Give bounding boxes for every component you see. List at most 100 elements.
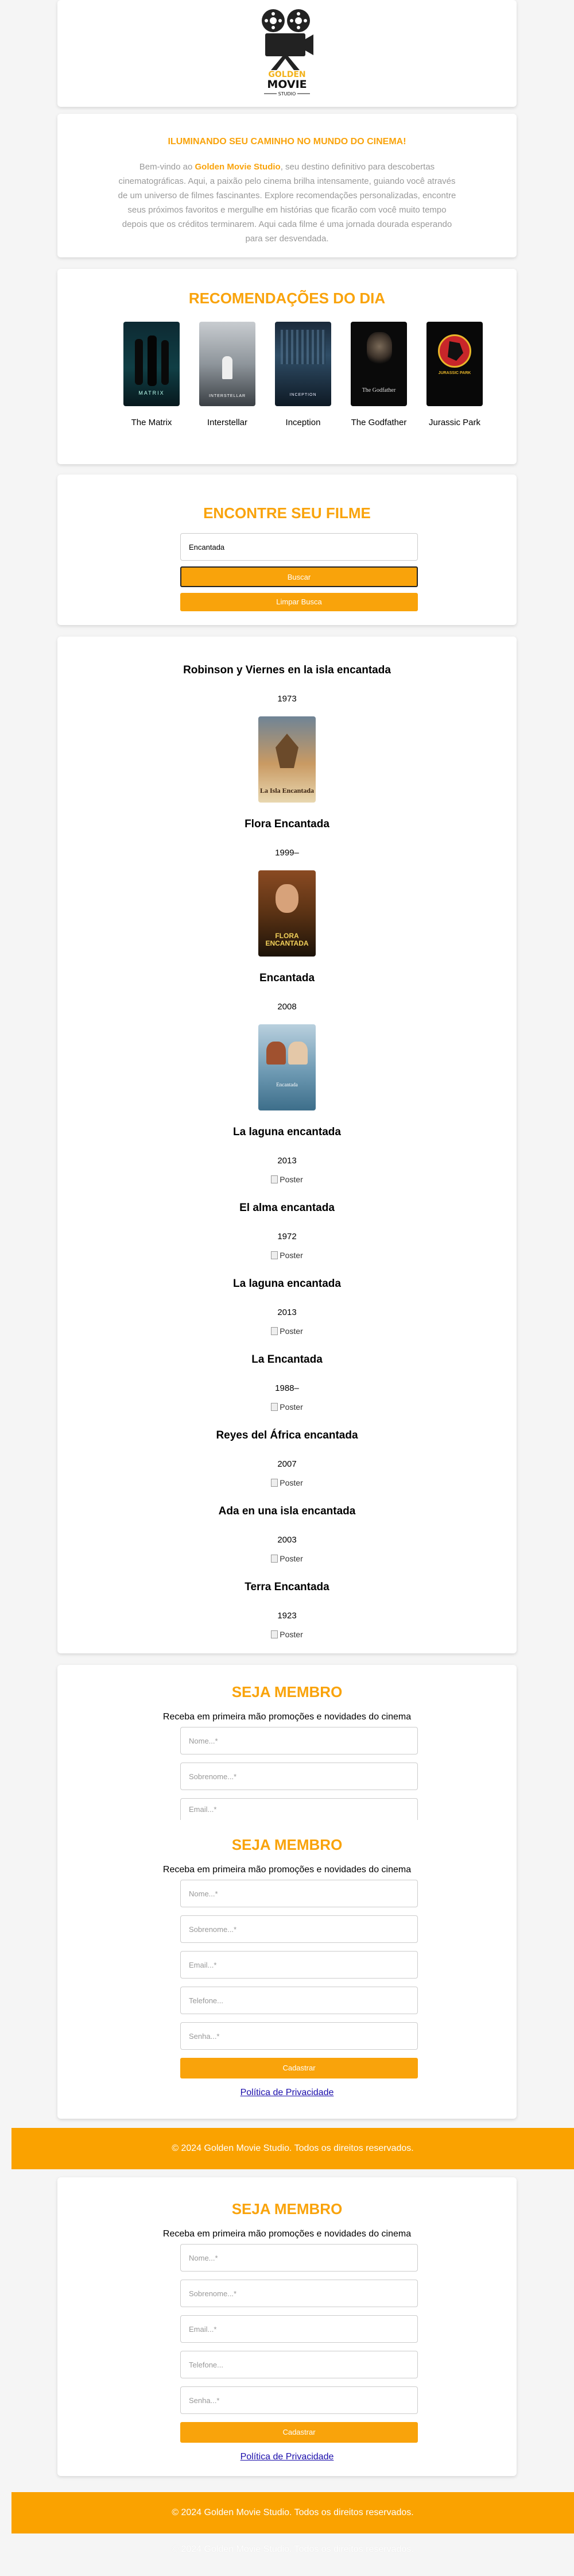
results-card: Robinson y Viernes en la isla encantada … — [57, 637, 517, 1653]
password-field[interactable] — [180, 2386, 418, 2414]
result-year: 2007 — [277, 1459, 297, 1469]
broken-image-icon: Poster — [271, 1251, 303, 1260]
poster-jurassic-park[interactable]: JURASSIC PARK — [426, 322, 483, 406]
poster-inception[interactable]: INCEPTION — [275, 322, 331, 406]
email-field[interactable] — [180, 1798, 418, 1820]
last-name-field[interactable] — [180, 1763, 418, 1790]
golden-movie-logo: GOLDEN MOVIE STUDIO — [262, 9, 313, 97]
result-poster[interactable]: FLORA ENCANTADA — [258, 870, 316, 957]
recommendation-title: The Matrix — [131, 418, 172, 427]
svg-text:STUDIO: STUDIO — [278, 91, 296, 97]
result-title: La Encantada — [251, 1353, 323, 1366]
membership-title: SEJA MEMBRO — [231, 1683, 343, 1700]
result-title: Reyes del África encantada — [216, 1429, 358, 1441]
recommendation-title: Inception — [285, 418, 321, 427]
result-year: 2013 — [277, 1308, 297, 1317]
email-field[interactable] — [180, 1951, 418, 1979]
result-item[interactable]: Reyes del África encantada 2007 Poster — [57, 1429, 517, 1490]
footer: © 2024 Golden Movie Studio. Todos os dir… — [11, 2492, 574, 2533]
result-item[interactable]: Robinson y Viernes en la isla encantada … — [57, 664, 517, 803]
membership-title: SEJA MEMBRO — [231, 2200, 343, 2218]
result-year: 2013 — [277, 1156, 297, 1166]
poster-text: MATRIX — [138, 390, 165, 396]
recommendations-list: MATRIX The Matrix INTERSTELLAR Interstel… — [119, 322, 487, 427]
poster-text: The Godfather — [362, 387, 396, 394]
intro-card: ILUMINANDO SEU CAMINHO NO MUNDO DO CINEM… — [57, 114, 517, 257]
result-year: 1972 — [277, 1232, 297, 1241]
broken-image-icon: Poster — [271, 1175, 303, 1184]
footer-text: © 2024 Golden Movie Studio. Todos os dir… — [172, 2508, 414, 2517]
last-name-field[interactable] — [180, 1915, 418, 1943]
register-button[interactable]: Cadastrar — [180, 2422, 418, 2443]
result-poster[interactable]: Encantada — [258, 1024, 316, 1110]
recommendation-item[interactable]: MATRIX The Matrix — [119, 322, 184, 427]
phone-field[interactable] — [180, 1987, 418, 2014]
recommendation-item[interactable]: The Godfather The Godfather — [347, 322, 411, 427]
search-input[interactable] — [180, 533, 418, 561]
result-item[interactable]: El alma encantada 1972 Poster — [57, 1202, 517, 1262]
footer-text: © 2024 Golden Movie Studio. Todos os dir… — [172, 2143, 414, 2153]
result-item[interactable]: La laguna encantada 2013 Poster — [57, 1278, 517, 1338]
poster-alt-text: Poster — [280, 1251, 303, 1260]
phone-field[interactable] — [180, 2351, 418, 2378]
last-name-field[interactable] — [180, 2280, 418, 2307]
footer: © 2024 Golden Movie Studio. Todos os dir… — [11, 2128, 574, 2169]
broken-image-icon: Poster — [271, 1554, 303, 1563]
recommendation-title: Jurassic Park — [428, 418, 481, 427]
result-poster[interactable]: La Isla Encantada — [258, 716, 316, 803]
first-name-field[interactable] — [180, 1880, 418, 1907]
result-year: 1999– — [275, 848, 299, 858]
brand-name: Golden Movie Studio — [195, 162, 281, 172]
first-name-field[interactable] — [180, 1727, 418, 1754]
poster-alt-text: Poster — [280, 1630, 303, 1639]
poster-text: JURASSIC PARK — [438, 371, 471, 375]
search-button[interactable]: Buscar — [180, 566, 418, 587]
poster-interstellar[interactable]: INTERSTELLAR — [199, 322, 255, 406]
poster-the-godfather[interactable]: The Godfather — [351, 322, 407, 406]
result-item[interactable]: La Encantada 1988– Poster — [57, 1353, 517, 1414]
recommendations-card: RECOMENDAÇÕES DO DIA MATRIX The Matrix I… — [57, 269, 517, 464]
poster-text: INCEPTION — [289, 393, 317, 397]
result-item[interactable]: Ada en una isla encantada 2003 Poster — [57, 1505, 517, 1565]
result-item[interactable]: La laguna encantada 2013 Poster — [57, 1126, 517, 1186]
result-item[interactable]: Flora Encantada 1999– FLORA ENCANTADA — [57, 818, 517, 957]
search-title: ENCONTRE SEU FILME — [203, 504, 371, 522]
poster-alt-text: Poster — [280, 1554, 303, 1563]
result-year: 2008 — [277, 1002, 297, 1012]
logo-card: GOLDEN MOVIE STUDIO — [57, 0, 517, 107]
recommendation-title: The Godfather — [351, 418, 407, 427]
poster-text: FLORA ENCANTADA — [265, 932, 309, 947]
intro-text: Bem-vindo ao Golden Movie Studio, seu de… — [115, 160, 459, 246]
svg-text:MOVIE: MOVIE — [267, 78, 307, 91]
result-year: 1988– — [275, 1383, 299, 1393]
membership-subtitle: Receba em primeira mão promoções e novid… — [162, 1712, 412, 1722]
poster-alt-text: Poster — [280, 1175, 303, 1184]
result-title: Encantada — [259, 972, 315, 984]
poster-text: Encantada — [276, 1082, 298, 1088]
intro-title: ILUMINANDO SEU CAMINHO NO MUNDO DO CINEM… — [168, 137, 406, 146]
result-title: Flora Encantada — [245, 818, 329, 830]
result-year: 2003 — [277, 1535, 297, 1545]
password-field[interactable] — [180, 2022, 418, 2050]
privacy-policy-link[interactable]: Política de Privacidade — [57, 2452, 517, 2462]
broken-image-icon: Poster — [271, 1630, 303, 1639]
recommendation-item[interactable]: INTERSTELLAR Interstellar — [195, 322, 259, 427]
poster-the-matrix[interactable]: MATRIX — [123, 322, 180, 406]
result-title: La laguna encantada — [233, 1126, 341, 1138]
email-field[interactable] — [180, 2315, 418, 2343]
poster-alt-text: Poster — [280, 1402, 303, 1412]
first-name-field[interactable] — [180, 2244, 418, 2272]
footer-overflow-text: © 2024 Golden Movie Studio. Todos os dir… — [172, 2544, 414, 2554]
register-button[interactable]: Cadastrar — [180, 2058, 418, 2078]
result-item[interactable]: Terra Encantada 1923 Poster — [57, 1581, 517, 1641]
privacy-policy-link[interactable]: Política de Privacidade — [57, 2088, 517, 2098]
clear-search-button[interactable]: Limpar Busca — [180, 593, 418, 611]
recommendation-item[interactable]: JURASSIC PARK Jurassic Park — [422, 322, 487, 427]
intro-text-start: Bem-vindo ao — [139, 162, 195, 172]
result-item[interactable]: Encantada 2008 Encantada — [57, 972, 517, 1110]
recommendation-item[interactable]: INCEPTION Inception — [271, 322, 335, 427]
poster-alt-text: Poster — [280, 1326, 303, 1336]
membership-subtitle: Receba em primeira mão promoções e novid… — [162, 1865, 412, 1875]
result-title: El alma encantada — [239, 1202, 335, 1214]
intro-text-end: , seu destino definitivo para descoberta… — [118, 162, 456, 244]
